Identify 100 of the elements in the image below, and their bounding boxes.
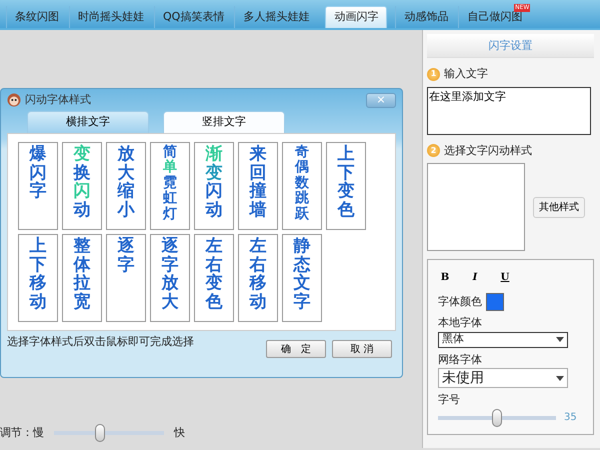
panel-title: 闪字设置: [427, 34, 594, 58]
style-glyph: 变: [338, 182, 354, 202]
style-glyph: 回: [250, 164, 266, 182]
style-option[interactable]: 上 下 变 色: [326, 142, 366, 230]
style-glyph: 变: [206, 164, 222, 182]
style-glyph: 下: [338, 164, 354, 182]
style-glyph: 奇: [295, 145, 309, 160]
style-glyph: 动: [74, 201, 90, 220]
local-font-label: 本地字体: [438, 315, 483, 331]
style-glyph: 字: [30, 182, 46, 202]
style-glyph: 跳: [295, 191, 309, 206]
style-option[interactable]: 整 体 拉 宽: [62, 234, 102, 322]
style-glyph: 右: [250, 256, 266, 274]
style-option[interactable]: 简 单 霓 虹 灯: [150, 142, 190, 230]
style-option[interactable]: 来 回 撞 墙: [238, 142, 278, 230]
style-glyph: 逐: [162, 237, 178, 256]
style-glyph: 灯: [163, 206, 177, 222]
style-option[interactable]: 逐 字 放 大: [150, 234, 190, 322]
style-glyph: 色: [338, 201, 354, 220]
web-font-select[interactable]: 未使用: [438, 368, 568, 388]
speed-label: 调节：慢: [0, 424, 44, 441]
style-option[interactable]: 奇 偶 数 跳 跃: [282, 142, 322, 230]
style-glyph: 动: [206, 201, 222, 220]
style-glyph: 大: [118, 164, 134, 182]
dialog-tab[interactable]: 横排文字: [27, 111, 149, 133]
style-glyph: 体: [74, 256, 90, 274]
style-option[interactable]: 逐 字: [106, 234, 146, 322]
caret-icon: [556, 337, 564, 342]
style-glyph: 动: [30, 293, 46, 312]
monkey-icon: [7, 93, 21, 107]
style-glyph: 变: [74, 145, 90, 164]
style-glyph: 简: [163, 145, 177, 160]
style-option[interactable]: 左 右 变 色: [194, 234, 234, 322]
style-glyph: 缩: [118, 182, 134, 202]
style-glyph: 左: [206, 237, 222, 256]
step-number: 2: [427, 144, 440, 158]
style-glyph: 撞: [250, 182, 266, 202]
nav-tab[interactable]: 动画闪字: [325, 6, 388, 28]
style-glyph: 右: [206, 256, 222, 274]
style-glyph: 拉: [74, 274, 90, 294]
style-glyph: 闪: [30, 164, 46, 182]
style-glyph: 跃: [295, 206, 309, 222]
style-glyph: 霓: [163, 176, 177, 191]
style-glyph: 单: [163, 160, 177, 176]
style-glyph: 变: [206, 274, 222, 294]
nav-tab[interactable]: 条纹闪图: [6, 6, 67, 28]
style-glyph: 移: [30, 274, 46, 294]
style-glyph: 渐: [206, 145, 222, 164]
style-option[interactable]: 变 换 闪 动: [62, 142, 102, 230]
nav-tab[interactable]: 多人摇头娃娃: [234, 6, 318, 28]
speed-fast-label: 快: [174, 424, 185, 441]
style-glyph: 放: [118, 145, 134, 164]
nav-tab[interactable]: 动感饰品: [395, 6, 456, 28]
bold-button[interactable]: B: [438, 270, 452, 285]
step-label: 选择文字闪动样式: [444, 142, 532, 158]
slider-thumb[interactable]: [95, 424, 106, 442]
step-number: 1: [427, 68, 440, 81]
style-option[interactable]: 静 态 文 字: [282, 234, 322, 322]
font-color-label: 字体颜色: [438, 294, 482, 310]
dialog-tab[interactable]: 竖排文字: [163, 111, 285, 133]
style-glyph: 态: [294, 256, 310, 274]
slider-thumb[interactable]: [492, 408, 502, 426]
nav-tab[interactable]: QQ搞笑表情: [154, 6, 232, 28]
hint-text: 选择字体样式后双击鼠标即可完成选择: [7, 334, 194, 350]
style-glyph: 动: [250, 293, 266, 312]
cancel-button[interactable]: 取 消: [332, 340, 392, 358]
nav-tab[interactable]: 时尚摇头娃娃: [69, 6, 152, 28]
style-glyph: 左: [250, 237, 266, 256]
local-font-select[interactable]: 黑体: [438, 332, 568, 348]
ok-button[interactable]: 确 定: [266, 340, 326, 358]
style-option[interactable]: 渐 变 闪 动: [194, 142, 234, 230]
style-glyph: 闪: [74, 182, 90, 202]
web-font-label: 网络字体: [438, 352, 483, 368]
style-glyph: 大: [162, 293, 178, 312]
text-input[interactable]: 在这里添加文字: [427, 86, 591, 134]
style-glyph: 字: [118, 256, 134, 274]
style-glyph: 墙: [250, 201, 266, 220]
style-glyph: 下: [30, 256, 46, 274]
style-glyph: 整: [74, 237, 90, 256]
style-glyph: 上: [30, 237, 46, 256]
style-glyph: 宽: [74, 293, 90, 312]
dialog-title: 闪动字体样式: [25, 92, 91, 108]
italic-button[interactable]: I: [468, 270, 482, 285]
underline-button[interactable]: U: [498, 270, 512, 285]
style-option[interactable]: 上 下 移 动: [18, 234, 58, 322]
color-swatch[interactable]: [486, 293, 504, 311]
style-glyph: 静: [294, 237, 310, 256]
style-glyph: 色: [206, 293, 222, 312]
style-glyph: 字: [162, 256, 178, 274]
style-option[interactable]: 左 右 移 动: [238, 234, 278, 322]
style-option[interactable]: 爆 闪 字: [18, 142, 58, 230]
font-size-value: 35: [564, 411, 577, 425]
style-glyph: 字: [294, 293, 310, 312]
other-styles-button[interactable]: 其他样式: [533, 196, 585, 218]
style-glyph: 上: [338, 145, 354, 164]
style-glyph: 换: [74, 164, 90, 182]
style-option[interactable]: 放 大 缩 小: [106, 142, 146, 230]
style-glyph: 移: [250, 274, 266, 294]
style-glyph: 闪: [206, 182, 222, 202]
step-label: 输入文字: [444, 66, 488, 82]
